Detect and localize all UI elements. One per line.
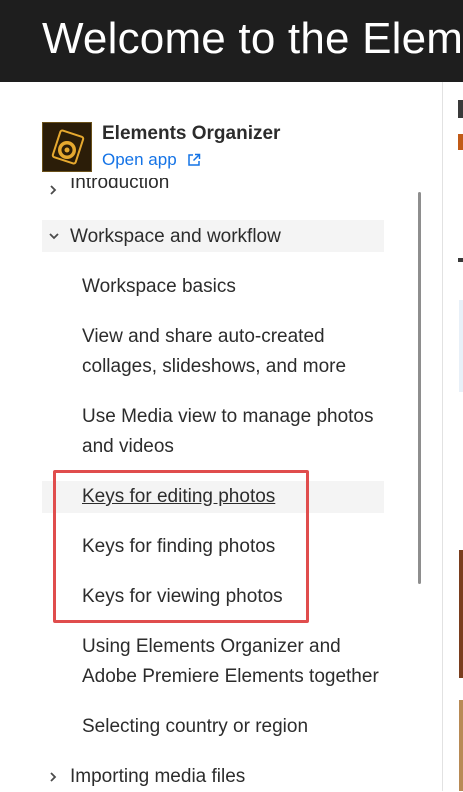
open-app-link[interactable]: Open app	[102, 150, 201, 170]
page-header: Welcome to the Elements Organizer	[0, 0, 463, 82]
elements-organizer-icon	[42, 122, 92, 172]
open-app-label: Open app	[102, 150, 177, 169]
sidebar-scrollbar[interactable]	[418, 192, 421, 584]
nav-subitem[interactable]: Using Elements Organizer and Adobe Premi…	[82, 632, 392, 692]
nav-item-label: Importing media files	[70, 766, 246, 787]
nav-item-introduction[interactable]: Introduction	[42, 178, 384, 198]
nav-subitem[interactable]: Selecting country or region	[82, 712, 392, 742]
chevron-down-icon	[49, 233, 59, 240]
chevron-right-icon	[50, 772, 57, 782]
chevron-right-icon	[50, 185, 57, 195]
highlight-box	[53, 470, 309, 623]
content-edge-glyph	[458, 134, 463, 150]
content-edge-glyph	[458, 100, 463, 118]
content-edge-image	[459, 300, 463, 392]
nav-item-importing-media-files[interactable]: Importing media files	[42, 762, 384, 792]
content-divider	[442, 82, 443, 791]
app-name: Elements Organizer	[102, 123, 281, 144]
page-title: Welcome to the Elements Organizer	[42, 14, 463, 63]
nav-item-label: Workspace and workflow	[70, 226, 281, 247]
app-header: Elements Organizer Open app	[42, 122, 372, 172]
nav-subitem[interactable]: Use Media view to manage photos and vide…	[82, 402, 392, 462]
nav-item-workspace-and-workflow[interactable]: Workspace and workflow	[42, 220, 384, 252]
content-edge-glyph	[458, 258, 463, 262]
nav-item-label: Introduction	[70, 178, 170, 193]
nav-subitem[interactable]: Workspace basics	[82, 272, 392, 302]
external-link-icon	[188, 153, 201, 166]
content-edge-image	[459, 700, 463, 791]
content-edge-image	[459, 550, 463, 678]
nav-subitem[interactable]: View and share auto-created collages, sl…	[82, 322, 392, 382]
